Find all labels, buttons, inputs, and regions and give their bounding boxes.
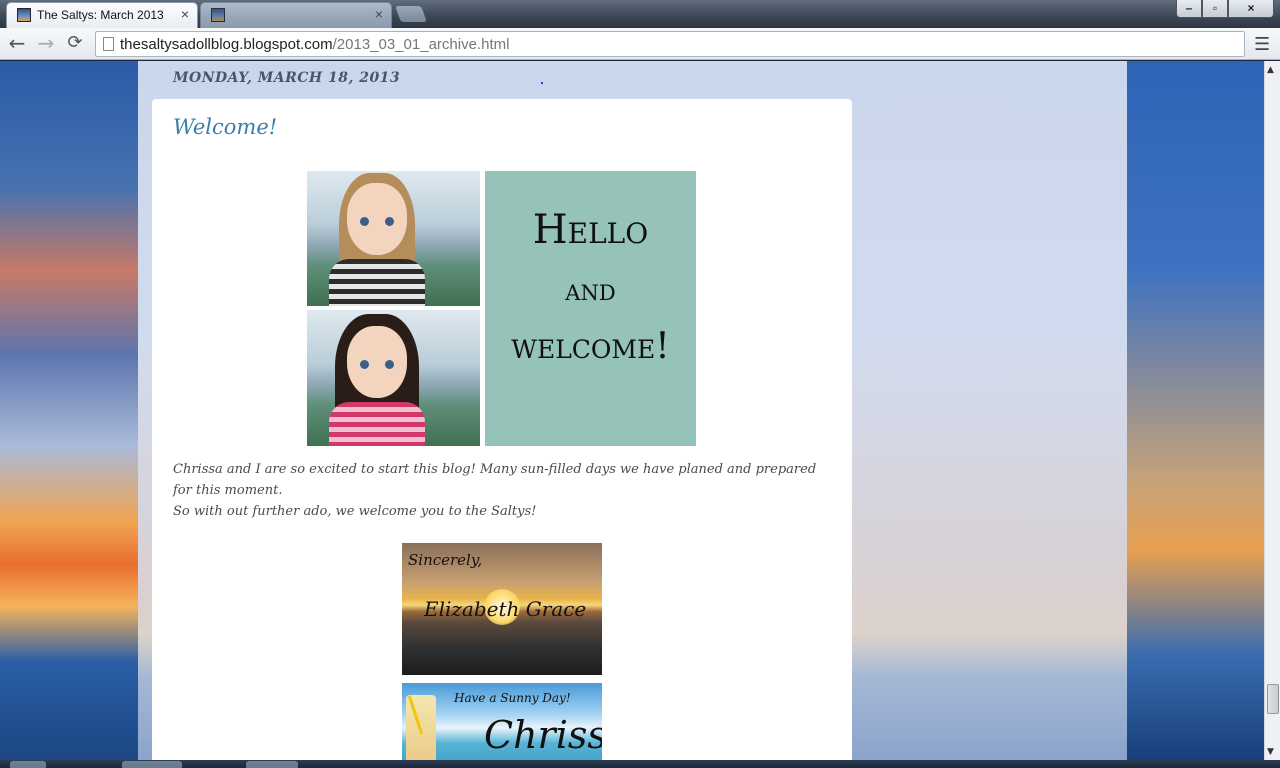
doll-photo-blonde [307, 171, 480, 306]
signature-image-chrissa[interactable]: Have a Sunny Day! Chrissa [402, 683, 602, 760]
post-body: Chrissa and I are so excited to start th… [173, 459, 833, 522]
page-viewport: MONDAY, MARCH 18, 2013 Welcome! Hello an… [0, 61, 1264, 760]
maximize-button[interactable]: ▫ [1202, 0, 1228, 18]
doll-photo-brunette [307, 310, 480, 446]
new-tab-button[interactable] [395, 6, 427, 22]
post-title[interactable]: Welcome! [173, 115, 277, 139]
collage-line-1: Hello [532, 207, 649, 253]
reload-button[interactable]: ⟳ [63, 32, 87, 56]
browser-toolbar: ← → ⟳ thesaltysadollblog.blogspot.com/20… [0, 28, 1280, 60]
post-body-line-1: Chrissa and I are so excited to start th… [173, 462, 817, 498]
taskbar-item[interactable] [246, 761, 298, 768]
url-path: /2013_03_01_archive.html [332, 36, 510, 53]
tropical-drink-graphic [406, 695, 436, 760]
address-bar[interactable]: thesaltysadollblog.blogspot.com/2013_03_… [95, 31, 1245, 57]
date-header: MONDAY, MARCH 18, 2013 [173, 70, 401, 86]
back-button[interactable]: ← [5, 32, 29, 56]
tab-close-icon[interactable]: × [181, 6, 189, 22]
menu-button[interactable]: ☰ [1254, 34, 1270, 55]
signature-tagline: Have a Sunny Day! [454, 691, 571, 705]
tab-title: The Saltys: March 2013 [37, 8, 164, 22]
signature-image-elizabeth[interactable]: Sincerely, Elizabeth Grace [402, 543, 602, 675]
tab-inactive[interactable]: × [200, 2, 392, 28]
vertical-scrollbar[interactable]: ▲ ▼ [1264, 61, 1280, 760]
start-button[interactable] [10, 761, 46, 768]
background-sunset-right [1127, 61, 1264, 760]
window-title-bar: The Saltys: March 2013 × × – ▫ × [0, 0, 1280, 28]
minimize-button[interactable]: – [1176, 0, 1202, 18]
tab-favicon-icon [211, 8, 225, 22]
blogger-favicon-icon [17, 8, 31, 22]
signature-greeting: Sincerely, [408, 551, 483, 569]
hello-welcome-panel: Hello and welcome! [485, 171, 696, 446]
tab-close-icon[interactable]: × [375, 6, 383, 22]
signature-name: Elizabeth Grace [424, 597, 587, 621]
tab-active[interactable]: The Saltys: March 2013 × [6, 2, 198, 28]
collage-line-3: welcome! [511, 326, 670, 367]
close-window-button[interactable]: × [1228, 0, 1274, 18]
url-host: thesaltysadollblog.blogspot.com [120, 36, 333, 53]
decorative-dot [541, 82, 543, 84]
background-sunset-left [0, 61, 138, 760]
scroll-up-icon[interactable]: ▲ [1267, 65, 1274, 75]
page-icon [103, 37, 114, 51]
taskbar-item[interactable] [122, 761, 182, 768]
forward-button[interactable]: → [34, 32, 58, 56]
blog-post: Welcome! Hello and welcome! Chrissa and … [152, 99, 852, 760]
url-text[interactable]: thesaltysadollblog.blogspot.com/2013_03_… [120, 36, 509, 53]
post-body-line-2: So with out further ado, we welcome you … [173, 504, 537, 519]
collage-line-2: and [565, 273, 616, 308]
os-taskbar [0, 760, 1280, 768]
welcome-collage-image[interactable]: Hello and welcome! [307, 171, 697, 446]
signature-name-chrissa: Chrissa [484, 713, 602, 757]
scrollbar-thumb[interactable] [1267, 684, 1279, 714]
scroll-down-icon[interactable]: ▼ [1267, 747, 1274, 757]
